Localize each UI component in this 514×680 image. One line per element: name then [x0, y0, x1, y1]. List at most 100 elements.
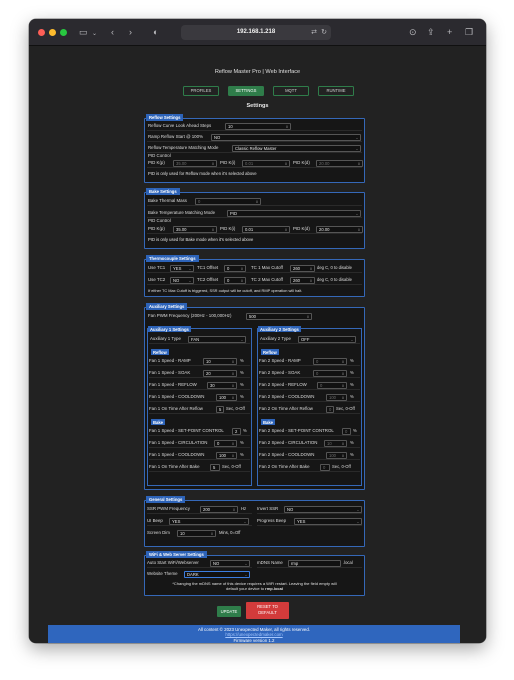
fan2-soak-input[interactable]: 0 ⇕	[313, 369, 347, 377]
forward-icon[interactable]: ›	[129, 26, 132, 38]
address-bar[interactable]: 192.168.1.218 ⇄ ↻	[181, 25, 331, 40]
reflow-matching-select[interactable]: Classic Reflow Master ⌄	[232, 144, 361, 152]
aux2-on-after-bake-row: Fan 2 On Time After Bake 0 Sec, 0-Off	[259, 462, 360, 472]
auxiliary-1-panel: Auxiliary 1 Settings Auxiliary 1 Type FA…	[147, 326, 252, 486]
tab-settings[interactable]: SETTINGS	[228, 86, 264, 96]
section-title: Reflow Settings	[146, 114, 184, 121]
aux1-on-after-bake-row: Fan 1 On Time After Bake 5 Sec, 0-Off	[149, 462, 250, 472]
download-icon[interactable]: ⊙	[409, 26, 417, 38]
tab-mqtt[interactable]: MQTT	[273, 86, 309, 96]
aux1-cooldown-row: Fan 1 Speed - COOLDOWN 100 ⇕ %	[149, 392, 250, 402]
update-button[interactable]: UPDATE	[217, 606, 241, 617]
field-label: Fan 1 Speed - SET-POINT CONTROL	[149, 428, 224, 433]
web-page: Reflow Master Pro | Web Interface PROFIL…	[29, 46, 486, 643]
bake-matching-select[interactable]: PID ⌄	[227, 209, 361, 217]
tc2-offset-input[interactable]: 0 ⇕	[224, 276, 246, 284]
screen-dim-input[interactable]: 10 ⇕	[177, 529, 216, 537]
field-label: Fan PWM Frequency (200Hz - 100,000Hz)	[148, 313, 232, 318]
use-tc2-select[interactable]: NO ⌄	[170, 276, 194, 284]
aux1-type-select[interactable]: FAN ⌄	[188, 335, 246, 343]
chevron-down-icon[interactable]: ⌄	[92, 28, 97, 40]
section-title: Thermocouple Settings	[146, 255, 199, 262]
fan2-ramp-input[interactable]: 0 ⇕	[313, 357, 347, 365]
fan1-circulation-input[interactable]: 0 ⇕	[214, 439, 237, 447]
fan1-reflow-input[interactable]: 30 ⇕	[207, 381, 237, 389]
translate-icon[interactable]: ⇄	[311, 25, 317, 40]
reset-to-default-button[interactable]: RESET TO DEFAULT	[246, 602, 289, 619]
close-window-button[interactable]	[38, 29, 45, 36]
tab-overview-icon[interactable]: ❐	[465, 26, 473, 38]
tc2-cutoff-input[interactable]: 260 ⇕	[290, 276, 315, 284]
field-label: Fan 1 Speed - CIRCULATION	[149, 440, 208, 445]
fan2-bake-cooldown-input[interactable]: 100 ⇕	[326, 451, 347, 459]
ui-beep-select[interactable]: YES ⌄	[169, 517, 249, 525]
field-label: TC1 Offset	[197, 265, 219, 270]
fan2-reflow-input[interactable]: 0 ⇕	[317, 381, 347, 389]
aux1-type-row: Auxiliary 1 Type FAN ⌄	[149, 334, 250, 344]
fan2-cooldown-input[interactable]: 100 ⇕	[326, 393, 347, 401]
aux1-reflow-tag: Reflow	[151, 349, 169, 355]
reflow-pid-row: PID K(p) 35.00 ⇕ PID K(i) 0.01 ⇕ PID K(d) …	[147, 158, 363, 168]
fan1-bake-cooldown-input[interactable]: 100 ⇕	[216, 451, 237, 459]
fan2-on-after-bake-input[interactable]: 0	[320, 463, 330, 471]
fan1-ramp-input[interactable]: 10 ⇕	[203, 357, 237, 365]
field-label: Progress Beep	[257, 518, 287, 523]
bake-matching-row: Bake Temperature Matching Mode PID ⌄	[147, 208, 362, 218]
bake-pid-kd-input[interactable]: 20.00 ⇕	[316, 225, 363, 233]
use-tc1-select[interactable]: YES ⌄	[170, 264, 194, 272]
fan1-on-after-reflow-input[interactable]: 5	[216, 405, 224, 413]
pid-heading: PID Control	[148, 218, 171, 223]
aux2-ramp-row: Fan 2 Speed - RAMP 0 ⇕ %	[259, 356, 360, 366]
unit-label: %	[350, 358, 354, 363]
field-label: Fan 2 On Time After Reflow	[259, 406, 313, 411]
field-label: Invert SSR	[257, 506, 279, 511]
fan1-setpoint-input[interactable]: 2	[232, 427, 241, 435]
bake-pid-row: PID K(p) 35.00 ⇕ PID K(i) 0.01 ⇕ PID K(d) …	[147, 224, 363, 234]
reflow-settings-section: Reflow Settings Reflow Curve Look Ahead …	[144, 114, 365, 183]
aux2-type-row: Auxiliary 2 Type OFF ⌄	[259, 334, 360, 344]
wifi-autostart-select[interactable]: NO ⌄	[210, 559, 250, 567]
new-tab-icon[interactable]: +	[447, 26, 452, 38]
zoom-window-button[interactable]	[60, 29, 67, 36]
tab-runtime[interactable]: RUNTIME	[318, 86, 354, 96]
bake-pid-kp-input[interactable]: 35.00 ⇕	[173, 225, 217, 233]
unit-label: %	[240, 382, 244, 387]
ssr-pwm-row: SSR PWM Frequency 200 ⇕ Hz	[147, 504, 252, 514]
reload-icon[interactable]: ↻	[321, 25, 327, 40]
mdns-note: *Changing the mDNS name of this device r…	[147, 581, 362, 591]
shield-icon[interactable]: ◐	[153, 26, 158, 38]
ramp-reflow-select[interactable]: NO ⌄	[211, 133, 361, 141]
tab-profiles[interactable]: PROFILES	[183, 86, 219, 96]
fan1-on-after-bake-input[interactable]: 5	[210, 463, 220, 471]
thermocouple-settings-section: Thermocouple Settings Use TC1 YES ⌄ TC1 O…	[144, 255, 365, 297]
reflow-pid-kd-input[interactable]: 20.00 ⇕	[316, 159, 363, 167]
field-label: Auto Start WiFi/Webserver	[147, 560, 199, 565]
sidebar-icon[interactable]: ▭	[79, 26, 88, 38]
aux2-type-select[interactable]: OFF ⌄	[298, 335, 356, 343]
aux2-bake-tag: Bake	[261, 419, 276, 425]
tc1-cutoff-input[interactable]: 260 ⇕	[290, 264, 315, 272]
fan1-soak-input[interactable]: 20 ⇕	[203, 369, 237, 377]
back-icon[interactable]: ‹	[111, 26, 114, 38]
bake-mass-input[interactable]: 0 ⇕	[195, 197, 261, 205]
invert-ssr-select[interactable]: NO ⌄	[284, 505, 362, 513]
reflow-pid-ki-input[interactable]: 0.01 ⇕	[242, 159, 290, 167]
mdns-input[interactable]: rmp	[288, 559, 341, 567]
fan2-on-after-reflow-input[interactable]: 0	[326, 405, 334, 413]
field-label: Fan 2 Speed - RAMP	[259, 358, 301, 363]
tc1-offset-input[interactable]: 0 ⇕	[224, 264, 246, 272]
fan2-circulation-input[interactable]: 10 ⇕	[324, 439, 347, 447]
minimize-window-button[interactable]	[49, 29, 56, 36]
bake-pid-ki-input[interactable]: 0.01 ⇕	[242, 225, 290, 233]
lookahead-stepper[interactable]: 10 ⇕	[225, 122, 291, 130]
ramp-reflow-row: Ramp Reflow Start @ 100% NO ⌄	[147, 132, 362, 142]
fan1-cooldown-input[interactable]: 100 ⇕	[216, 393, 237, 401]
aux2-setpoint-row: Fan 2 Speed - SET-POINT CONTROL 0 %	[259, 426, 360, 436]
theme-select[interactable]: DARK ⌄	[184, 570, 250, 578]
progress-beep-select[interactable]: YES ⌄	[294, 517, 362, 525]
reflow-pid-kp-input[interactable]: 35.00 ⇕	[173, 159, 217, 167]
ssr-pwm-input[interactable]: 200 ⇕	[200, 505, 238, 513]
fan2-setpoint-input[interactable]: 0	[342, 427, 351, 435]
share-icon[interactable]: ⇪	[427, 26, 435, 38]
fan-pwm-input[interactable]: 500 ⇕	[246, 312, 312, 320]
